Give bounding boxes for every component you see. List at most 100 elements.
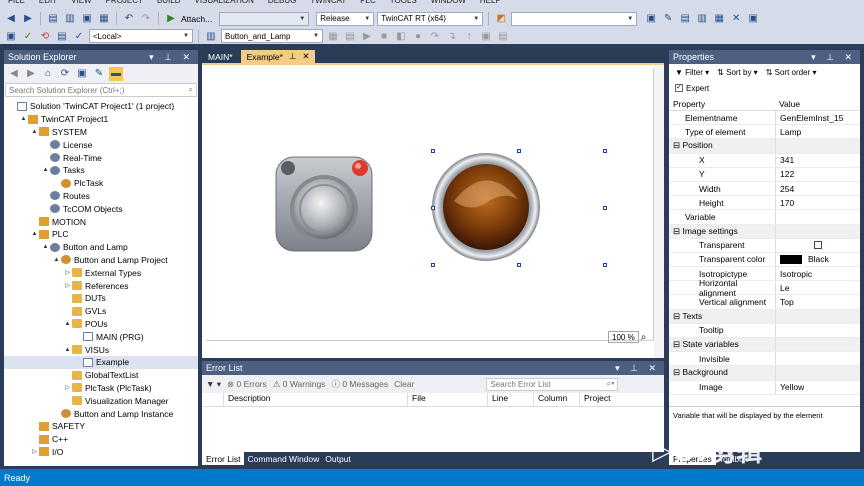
forward-icon[interactable]: ▶ bbox=[24, 67, 38, 81]
property-value[interactable] bbox=[775, 224, 860, 238]
tab-output[interactable]: Output bbox=[322, 452, 354, 465]
tree-item[interactable]: Button and Lamp Instance bbox=[4, 407, 198, 420]
pin-icon[interactable]: ▾ ⊥ ✕ bbox=[811, 52, 860, 63]
restart-icon[interactable]: ⟲ bbox=[38, 29, 52, 43]
scan-icon[interactable]: ▤ bbox=[55, 29, 69, 43]
column-project[interactable]: Project bbox=[580, 393, 640, 406]
forward-icon[interactable]: ▶ bbox=[21, 12, 35, 26]
tree-item[interactable]: DUTs bbox=[4, 292, 198, 305]
color-swatch[interactable] bbox=[780, 254, 802, 264]
target-combo[interactable]: <Local> ▼ bbox=[89, 29, 193, 43]
property-row[interactable]: Invisible bbox=[669, 352, 860, 367]
property-value[interactable]: Black bbox=[775, 252, 860, 267]
preview-icon[interactable]: ▬ bbox=[109, 66, 123, 81]
filter-icon[interactable]: ▼ ▾ bbox=[206, 379, 221, 390]
zoom-control[interactable]: 100 % ⌕ bbox=[608, 331, 646, 343]
plc-icon[interactable]: ▥ bbox=[204, 29, 218, 43]
menu-edit[interactable]: EDIT bbox=[39, 0, 57, 9]
property-row[interactable]: ⊟ Position bbox=[669, 139, 860, 154]
save-all-icon[interactable]: ▦ bbox=[97, 12, 111, 26]
close-tab-icon[interactable]: ✕ bbox=[302, 51, 309, 62]
property-value[interactable] bbox=[775, 309, 860, 323]
property-value[interactable]: Isotropic bbox=[775, 267, 860, 281]
property-row[interactable]: Variable bbox=[669, 210, 860, 225]
start-icon[interactable]: ▶ bbox=[360, 29, 374, 43]
tree-item[interactable]: ▲ TwinCAT Project1 bbox=[4, 113, 198, 126]
tree-item[interactable]: ▲ VISUs bbox=[4, 343, 198, 356]
close-icon[interactable]: ✕ bbox=[729, 12, 743, 26]
property-value[interactable]: Le bbox=[775, 281, 860, 295]
save-icon[interactable]: ▣ bbox=[80, 12, 94, 26]
pin-icon[interactable]: ▾ ⊥ ✕ bbox=[149, 52, 198, 63]
property-row[interactable]: Width 254 bbox=[669, 181, 860, 197]
tree-item[interactable]: Example bbox=[4, 355, 198, 369]
menu-help[interactable]: HELP bbox=[480, 0, 501, 9]
menu-plc[interactable]: PLC bbox=[360, 0, 376, 9]
tree-item[interactable]: Real-Time bbox=[4, 151, 198, 164]
property-value[interactable] bbox=[775, 338, 860, 352]
menu-debug[interactable]: DEBUG bbox=[268, 0, 296, 9]
expand-icon[interactable]: ▲ bbox=[63, 347, 72, 353]
warnings-toggle[interactable]: ⚠ 0 Warnings bbox=[273, 379, 326, 390]
menu-project[interactable]: PROJECT bbox=[106, 0, 143, 9]
flow-icon[interactable]: ▣ bbox=[479, 29, 493, 43]
property-row[interactable]: ⊟ State variables bbox=[669, 338, 860, 353]
property-value[interactable] bbox=[775, 210, 860, 224]
step-icon[interactable]: ↷ bbox=[428, 29, 442, 43]
property-value[interactable]: Yellow bbox=[775, 380, 860, 394]
tree-item[interactable]: ▲ Button and Lamp bbox=[4, 241, 198, 254]
tree-item[interactable]: Visualization Manager bbox=[4, 394, 198, 407]
tree-item[interactable]: TcCOM Objects bbox=[4, 202, 198, 215]
menu-tools[interactable]: TOOLS bbox=[390, 0, 417, 9]
property-row[interactable]: ⊟ Image settings bbox=[669, 224, 860, 239]
twincat-config-icon[interactable]: ▣ bbox=[4, 29, 18, 43]
property-value[interactable] bbox=[775, 366, 860, 380]
back-icon[interactable]: ◀ bbox=[4, 12, 18, 26]
clear-button[interactable]: Clear bbox=[394, 379, 414, 389]
tree-item[interactable]: License bbox=[4, 138, 198, 151]
pin-icon[interactable]: ▾ ⊥ ✕ bbox=[615, 363, 664, 374]
watch-icon[interactable]: ▤ bbox=[496, 29, 510, 43]
column-column[interactable]: Column bbox=[534, 393, 580, 406]
property-row[interactable]: X 341 bbox=[669, 153, 860, 168]
property-value[interactable] bbox=[775, 323, 860, 337]
tool-icon-3[interactable]: ▥ bbox=[695, 12, 709, 26]
expand-icon[interactable]: ▷ bbox=[63, 269, 72, 276]
property-row[interactable]: Y 122 bbox=[669, 167, 860, 182]
property-value[interactable]: Lamp bbox=[775, 125, 860, 139]
home-icon[interactable]: ⌂ bbox=[41, 67, 55, 81]
tree-item[interactable]: C++ bbox=[4, 433, 198, 446]
tree-item[interactable]: MOTION bbox=[4, 215, 198, 228]
tree-item[interactable]: ▲ Button and Lamp Project bbox=[4, 254, 198, 267]
configuration-combo[interactable]: Release ▼ bbox=[316, 11, 375, 26]
property-value[interactable]: 170 bbox=[775, 196, 860, 210]
tree-item[interactable]: ▷ References bbox=[4, 279, 198, 292]
expand-icon[interactable]: ▲ bbox=[41, 244, 50, 250]
menu-file[interactable]: FILE bbox=[8, 0, 25, 9]
transparent-checkbox[interactable] bbox=[814, 241, 822, 250]
sync-icon[interactable]: ⟳ bbox=[58, 67, 72, 81]
tree-item[interactable]: ▲ Tasks bbox=[4, 164, 198, 177]
property-row[interactable]: Height 170 bbox=[669, 196, 860, 211]
vertical-scrollbar[interactable] bbox=[654, 65, 664, 358]
menu-twincat[interactable]: TWINCAT bbox=[310, 0, 346, 9]
property-row[interactable]: ⊟ Background bbox=[669, 366, 860, 381]
property-row[interactable]: Transparent color Black bbox=[669, 252, 860, 268]
pin-icon[interactable]: ⊥ bbox=[289, 51, 296, 62]
solution-search-box[interactable]: Search Solution Explorer (Ctrl+;) ⌕ bbox=[5, 83, 197, 97]
expand-icon[interactable]: ▲ bbox=[63, 321, 72, 327]
zoom-icon[interactable]: ⌕ bbox=[641, 332, 647, 343]
property-row[interactable]: Type of element Lamp bbox=[669, 125, 860, 140]
tree-item[interactable]: GlobalTextList bbox=[4, 369, 198, 382]
expand-icon[interactable]: ▷ bbox=[30, 448, 39, 455]
sort-order-dropdown[interactable]: ⇅ Sort order ▾ bbox=[766, 68, 817, 77]
tab-example[interactable]: Example* ⊥ ✕ bbox=[240, 50, 316, 63]
tree-item[interactable]: ▲ PLC bbox=[4, 228, 198, 241]
property-value[interactable]: Top bbox=[775, 295, 860, 309]
zoom-level[interactable]: 100 % bbox=[608, 331, 639, 343]
step-out-icon[interactable]: ↑ bbox=[462, 29, 476, 43]
new-project-icon[interactable]: ▤ bbox=[46, 12, 60, 26]
property-value[interactable] bbox=[775, 352, 860, 366]
process-combo[interactable]: ▼ bbox=[219, 11, 310, 26]
stop-icon[interactable]: ■ bbox=[377, 29, 391, 43]
